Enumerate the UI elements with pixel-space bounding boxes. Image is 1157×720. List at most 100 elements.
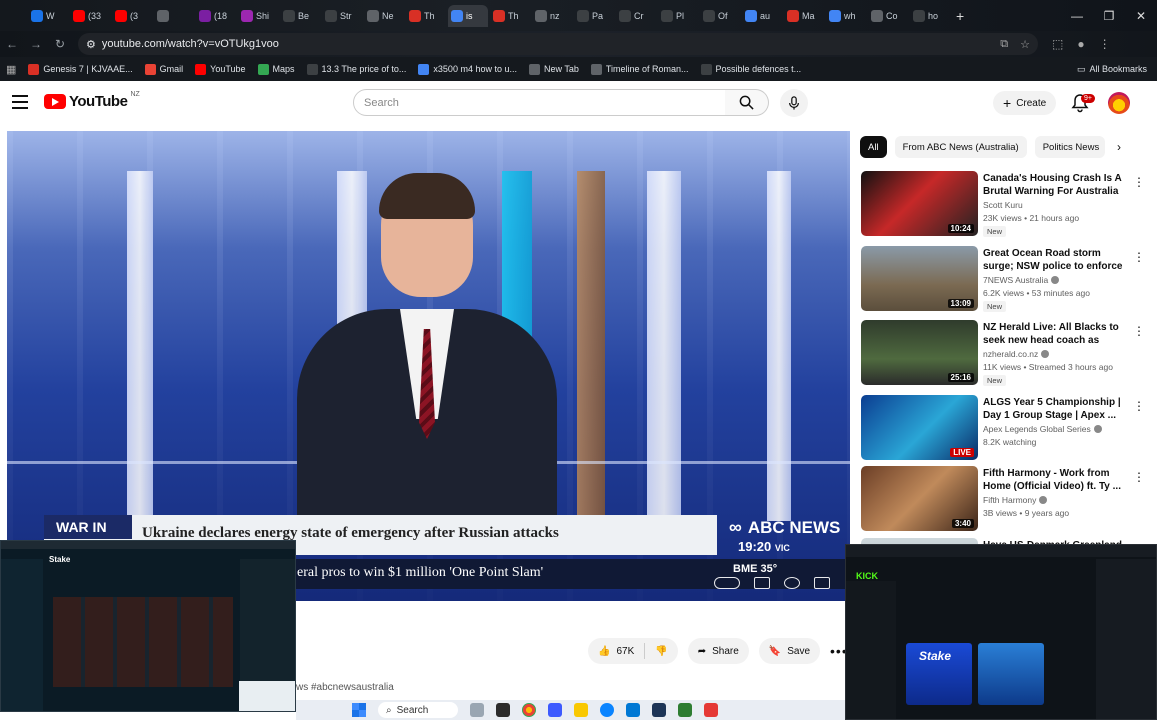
bookmark-item[interactable]: Maps (257, 63, 295, 75)
url-text[interactable]: youtube.com/watch?v=vOTUkg1voo (102, 38, 279, 50)
channel-name[interactable]: Scott Kuru (983, 200, 1023, 210)
video-thumbnail[interactable]: 13:09 (861, 246, 978, 311)
browser-tab[interactable]: Th (490, 5, 530, 27)
browser-tab[interactable]: (33 (70, 5, 110, 27)
browser-tab[interactable]: Th (406, 5, 446, 27)
calculator-icon[interactable] (652, 703, 667, 717)
video-title[interactable]: NZ Herald Live: All Blacks to seek new h… (983, 321, 1125, 347)
more-options-icon[interactable]: ⋮ (1133, 324, 1145, 338)
create-button[interactable]: + Create (993, 91, 1057, 115)
filter-chip[interactable]: All (860, 136, 887, 158)
recommended-video[interactable]: LIVE ALGS Year 5 Championship | Day 1 Gro… (861, 395, 1151, 465)
back-button[interactable]: ← (0, 37, 24, 51)
browser-tab[interactable]: nz (532, 5, 572, 27)
video-title[interactable]: Fifth Harmony - Work from Home (Official… (983, 467, 1125, 493)
all-bookmarks-button[interactable]: ▭ All Bookmarks (1077, 64, 1157, 75)
channel-name[interactable]: Fifth Harmony (983, 495, 1048, 505)
browser-tab[interactable]: Ma (784, 5, 824, 27)
mail-icon[interactable] (626, 703, 641, 717)
filter-chip[interactable]: Politics News (1034, 136, 1105, 158)
taskbar-app-icon[interactable] (704, 703, 719, 717)
more-options-icon[interactable]: ⋮ (1133, 470, 1145, 484)
edge-icon[interactable] (600, 703, 615, 717)
browser-tab[interactable]: Cr (616, 5, 656, 27)
overlay-window-right[interactable]: KICK Stake (845, 544, 1157, 720)
more-options-icon[interactable]: ⋮ (1133, 399, 1145, 413)
dislike-button[interactable]: 👎 (645, 638, 677, 664)
close-button[interactable]: ✕ (1125, 9, 1157, 23)
settings-icon[interactable] (784, 577, 800, 589)
share-button[interactable]: ➦ Share (687, 638, 749, 664)
browser-tab[interactable]: au (742, 5, 782, 27)
video-title[interactable]: Canada's Housing Crash Is A Brutal Warni… (983, 172, 1125, 198)
taskbar-app-icon[interactable] (548, 703, 563, 717)
bookmark-item[interactable]: Possible defences t... (700, 63, 801, 75)
extensions-icon[interactable]: ⬚ (1052, 37, 1063, 51)
browser-tab[interactable]: wh (826, 5, 866, 27)
more-options-icon[interactable]: ⋮ (1133, 175, 1145, 189)
bookmark-item[interactable]: Gmail (144, 63, 183, 75)
recommended-video[interactable]: 13:09 Great Ocean Road storm surge; NSW p… (861, 246, 1151, 316)
video-thumbnail[interactable]: 10:24 (861, 171, 978, 236)
recommended-video[interactable]: 3:40 Fifth Harmony - Work from Home (Offi… (861, 466, 1151, 536)
taskbar-app-icon[interactable] (496, 703, 511, 717)
miniplayer-icon[interactable] (814, 577, 830, 589)
new-tab-button[interactable]: + (950, 8, 970, 24)
taskbar-app-icon[interactable] (678, 703, 693, 717)
avatar[interactable] (1108, 92, 1130, 114)
autoplay-toggle[interactable] (714, 577, 740, 589)
browser-tab[interactable]: Shi (238, 5, 278, 27)
chrome-icon[interactable] (522, 703, 537, 717)
windows-start-icon[interactable] (352, 703, 366, 717)
bookmark-item[interactable]: Genesis 7 | KJVAAE... (28, 63, 133, 75)
channel-name[interactable]: 7NEWS Australia (983, 275, 1060, 285)
bookmark-item[interactable]: 13.3 The price of to... (306, 63, 406, 75)
browser-menu-icon[interactable]: ⋮ (1099, 37, 1111, 51)
video-thumbnail[interactable]: 3:40 (861, 466, 978, 531)
browser-tab[interactable]: Be (280, 5, 320, 27)
browser-tab[interactable] (154, 5, 194, 27)
browser-tab[interactable]: Of (700, 5, 740, 27)
profile-icon[interactable]: ● (1077, 37, 1084, 51)
voice-search-button[interactable] (780, 89, 808, 117)
menu-icon[interactable] (12, 95, 28, 109)
taskbar-app-icon[interactable] (470, 703, 485, 717)
browser-tab[interactable]: ho (910, 5, 950, 27)
overlay-window-left[interactable]: Stake (0, 540, 296, 712)
save-button[interactable]: 🔖 Save (758, 638, 821, 664)
browser-tab[interactable]: Pl (658, 5, 698, 27)
apps-grid-icon[interactable]: ▦ (6, 63, 16, 76)
video-thumbnail[interactable]: 25:16 (861, 320, 978, 385)
bookmark-item[interactable]: YouTube (195, 63, 246, 75)
browser-tab[interactable]: (18 (196, 5, 236, 27)
browser-tab[interactable]: (3 (112, 5, 152, 27)
video-title[interactable]: ALGS Year 5 Championship | Day 1 Group S… (983, 396, 1125, 422)
reload-button[interactable]: ↻ (48, 37, 72, 51)
recommended-video[interactable]: 25:16 NZ Herald Live: All Blacks to seek … (861, 320, 1151, 390)
taskbar-search[interactable]: ⌕ Search (378, 702, 459, 718)
browser-tab[interactable]: Pa (574, 5, 614, 27)
recommended-video[interactable]: 10:24 Canada's Housing Crash Is A Brutal … (861, 171, 1151, 241)
folder-icon[interactable] (574, 703, 589, 717)
channel-name[interactable]: nzherald.co.nz (983, 349, 1050, 359)
channel-name[interactable]: Apex Legends Global Series (983, 424, 1102, 434)
search-input[interactable]: Search (353, 89, 726, 116)
filter-chip[interactable]: From ABC News (Australia) (894, 136, 1027, 158)
bookmark-item[interactable]: New Tab (528, 63, 579, 75)
video-thumbnail[interactable]: LIVE (861, 395, 978, 460)
chevron-right-icon[interactable]: › (1117, 140, 1121, 154)
install-app-icon[interactable]: ⧉ (1000, 38, 1008, 51)
browser-tab[interactable]: Co (868, 5, 908, 27)
youtube-logo[interactable]: YouTube NZ (44, 91, 140, 110)
site-info-icon[interactable]: ⚙ (86, 38, 96, 51)
restore-button[interactable]: ❐ (1093, 9, 1125, 23)
browser-tab[interactable]: is (448, 4, 488, 27)
like-button[interactable]: 👍 67K (588, 638, 644, 664)
search-button[interactable] (725, 89, 769, 116)
minimize-button[interactable]: — (1061, 9, 1093, 23)
forward-button[interactable]: → (24, 37, 48, 51)
browser-tab[interactable]: W (28, 5, 68, 27)
browser-tab[interactable]: Str (322, 5, 362, 27)
captions-icon[interactable] (754, 577, 770, 589)
omnibox[interactable]: ⚙ youtube.com/watch?v=vOTUkg1voo ⧉ ☆ (78, 33, 1038, 55)
